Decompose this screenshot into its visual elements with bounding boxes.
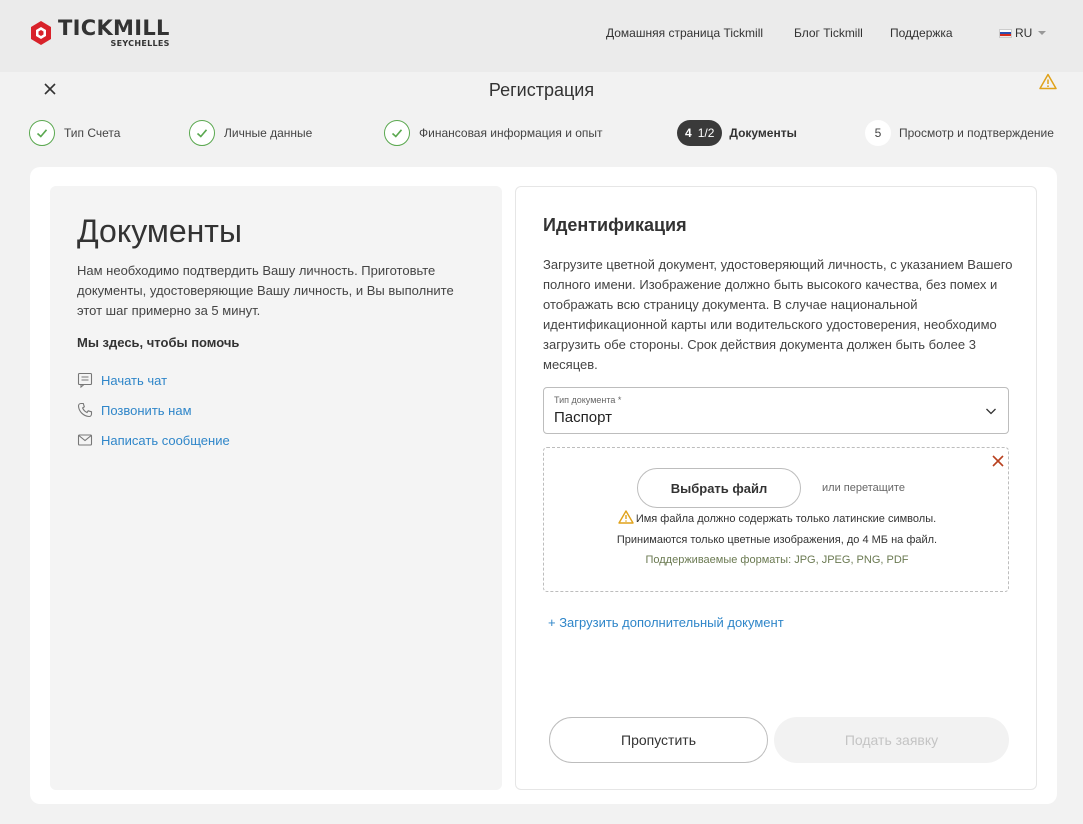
phone-icon — [77, 402, 93, 418]
step-label: Тип Счета — [64, 126, 121, 140]
nav-home-link[interactable]: Домашняя страница Tickmill — [606, 26, 763, 40]
start-chat-link[interactable]: Начать чат — [77, 372, 167, 388]
supported-formats: Поддерживаемые форматы: JPG, JPEG, PNG, … — [645, 554, 909, 566]
documents-description: Нам необходимо подтвердить Вашу личность… — [77, 263, 454, 318]
add-document-link[interactable]: + Загрузить дополнительный документ — [548, 615, 784, 630]
call-us-link[interactable]: Позвонить нам — [77, 402, 192, 418]
step-label: Личные данные — [224, 126, 313, 140]
skip-button[interactable]: Пропустить — [549, 717, 768, 763]
document-type-select[interactable]: Тип документа * Паспорт — [543, 387, 1009, 434]
tickmill-logo[interactable]: TICKMILL SEYCHELLES — [30, 18, 170, 48]
identification-title: Идентификация — [543, 215, 687, 235]
help-item-label: Начать чат — [101, 372, 168, 388]
drag-hint: или перетащите — [822, 482, 905, 494]
check-icon — [29, 120, 55, 146]
main-card: Документы Нам необходимо подтвердить Ваш… — [30, 167, 1057, 804]
step-label: Просмотр и подтверждение — [899, 126, 1054, 140]
document-type-label: Тип документа * — [554, 395, 622, 405]
russia-flag-icon — [999, 28, 1012, 38]
step-number: 5 — [865, 120, 891, 146]
step-label: Документы — [729, 126, 797, 140]
chevron-down-icon — [986, 408, 996, 415]
step-financial-info[interactable]: Финансовая информация и опыт — [384, 120, 603, 146]
identification-description: Загрузите цветной документ, удостоверяющ… — [543, 257, 1013, 372]
filename-warning: Имя файла должно содержать только латинс… — [544, 510, 1010, 525]
help-item-label: Написать сообщение — [101, 432, 230, 448]
documents-info-panel: Документы Нам необходимо подтвердить Ваш… — [50, 186, 502, 790]
help-heading: Мы здесь, чтобы помочь — [77, 335, 240, 350]
language-selector[interactable]: RU — [999, 26, 1047, 40]
filename-warning-text: Имя файла должно содержать только латинс… — [635, 513, 937, 525]
step-personal-data[interactable]: Личные данные — [189, 120, 312, 146]
logo-sub-text: SEYCHELLES — [110, 39, 170, 48]
mail-icon — [77, 434, 93, 446]
step-account-type[interactable]: Тип Счета — [29, 120, 120, 146]
step-review[interactable]: 5 Просмотр и подтверждение — [865, 120, 1054, 146]
check-icon — [189, 120, 215, 146]
choose-file-button[interactable]: Выбрать файл — [637, 468, 801, 508]
page-title: Регистрация — [488, 80, 595, 100]
documents-title: Документы — [77, 213, 242, 249]
document-type-value: Паспорт — [554, 409, 612, 426]
logo-brand-text: TICKMILL — [58, 16, 170, 40]
help-item-label: Позвонить нам — [101, 402, 192, 418]
warning-icon[interactable] — [1039, 73, 1057, 90]
nav-support-link[interactable]: Поддержка — [890, 26, 953, 40]
check-icon — [384, 120, 410, 146]
tickmill-logo-mark-icon — [31, 21, 51, 45]
file-size-info: Принимаются только цветные изображения, … — [616, 534, 938, 546]
identification-panel: Идентификация Загрузите цветной документ… — [515, 186, 1037, 790]
step-active-badge: 4 1/2 — [677, 120, 723, 146]
submit-button[interactable]: Подать заявку — [774, 717, 1009, 763]
chat-icon — [77, 372, 93, 388]
top-bar: TICKMILL SEYCHELLES Домашняя страница Ti… — [0, 0, 1083, 72]
remove-icon[interactable] — [991, 454, 1005, 468]
file-dropzone[interactable]: Выбрать файл или перетащите Имя файла до… — [543, 447, 1009, 592]
step-label: Финансовая информация и опыт — [419, 126, 603, 140]
nav-blog-link[interactable]: Блог Tickmill — [794, 26, 863, 40]
language-code: RU — [1015, 26, 1033, 40]
step-progress: 1/2 — [697, 126, 715, 140]
step-documents[interactable]: 4 1/2 Документы — [677, 120, 797, 146]
warning-icon — [618, 510, 634, 524]
chevron-down-icon — [1038, 31, 1047, 35]
send-message-link[interactable]: Написать сообщение — [77, 432, 230, 448]
step-number: 4 — [685, 126, 692, 140]
